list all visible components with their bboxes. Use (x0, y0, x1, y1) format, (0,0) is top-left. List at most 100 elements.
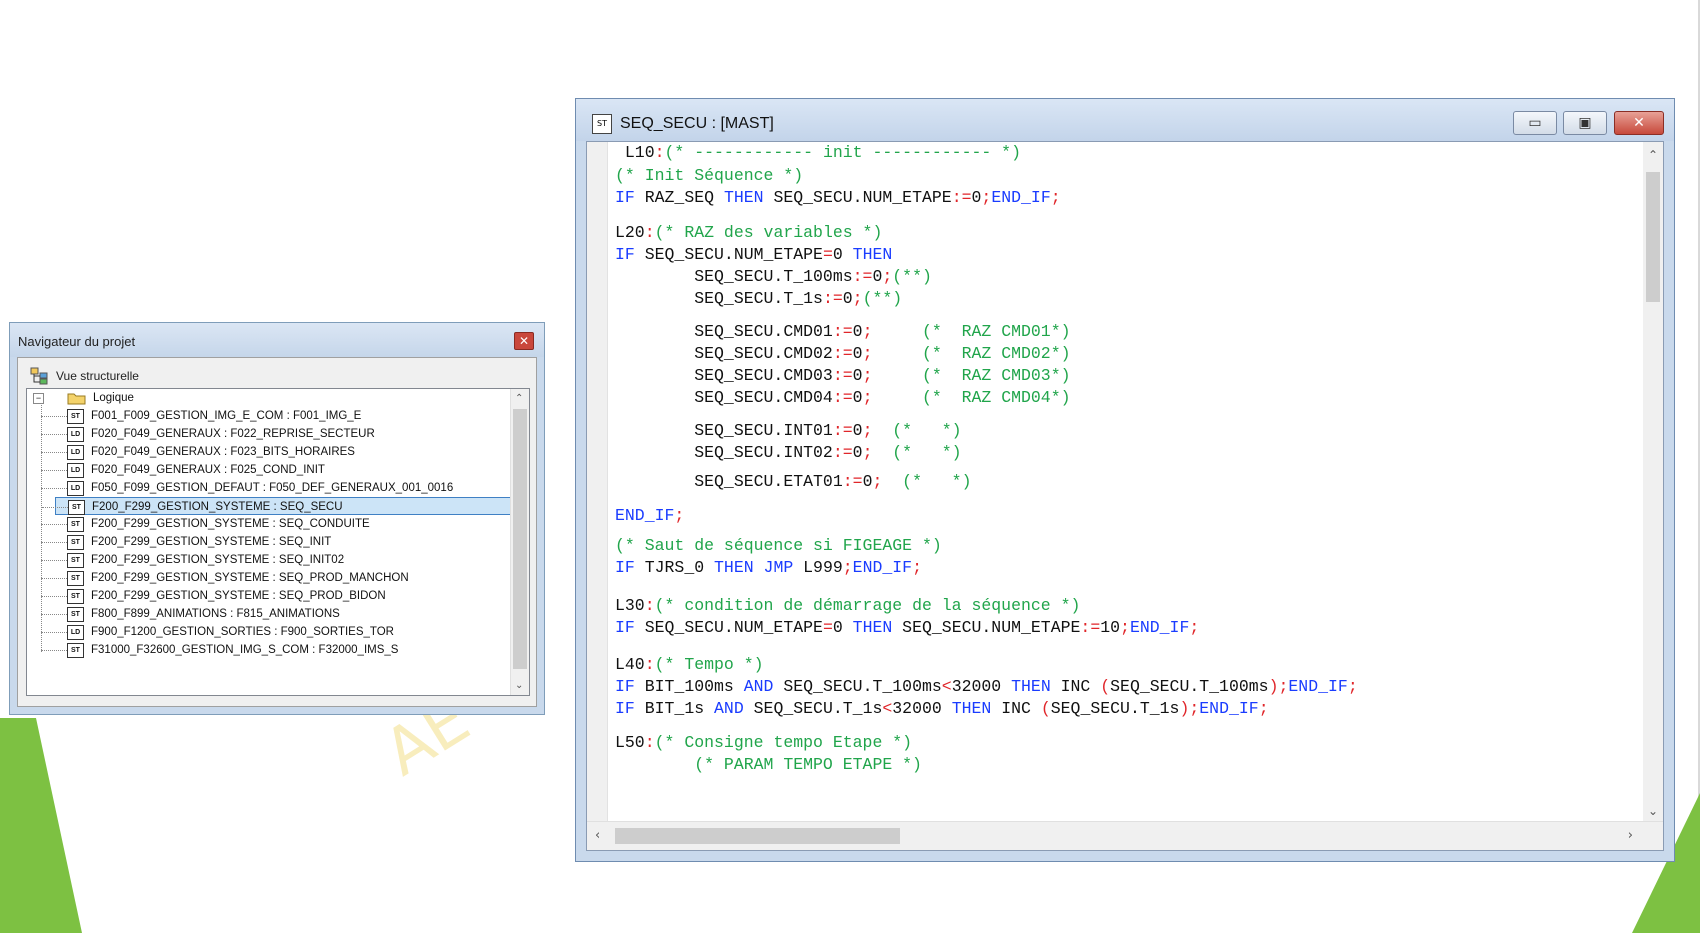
editor-vscroll-thumb[interactable] (1646, 172, 1660, 302)
code-line[interactable]: SEQ_SECU.ETAT01:=0; (* *) (615, 472, 971, 492)
tree-item[interactable]: LD F900_F1200_GESTION_SORTIES : F900_SORT… (41, 623, 475, 641)
scroll-up-icon[interactable]: ⌃ (1648, 148, 1658, 162)
tree-item[interactable]: ST F200_F299_GESTION_SYSTEME : SEQ_PROD_B… (41, 587, 475, 605)
code-line[interactable]: IF SEQ_SECU.NUM_ETAPE=0 THEN SEQ_SECU.NU… (615, 618, 1199, 638)
scroll-down-icon[interactable]: ⌄ (1648, 804, 1658, 818)
code-line[interactable]: SEQ_SECU.CMD03:=0; (* RAZ CMD03*) (615, 366, 1070, 386)
editor-titlebar[interactable]: ST SEQ_SECU : [MAST] ▭ ▣ ✕ (576, 99, 1674, 141)
tree-item[interactable]: ST F001_F009_GESTION_IMG_E_COM : F001_IMG… (41, 407, 475, 425)
close-button[interactable]: ✕ (1614, 111, 1664, 135)
code-token: SEQ_SECU.NUM_ETAPE (634, 618, 823, 637)
code-line[interactable]: SEQ_SECU.CMD01:=0; (* RAZ CMD01*) (615, 322, 1070, 342)
tree-item[interactable]: ST F200_F299_GESTION_SYSTEME : SEQ_CONDUI… (41, 515, 475, 533)
code-token: ; (852, 289, 863, 308)
tree-connector (41, 488, 67, 489)
folder-icon (67, 393, 86, 405)
scroll-left-icon[interactable]: ‹ (595, 828, 600, 843)
code-line[interactable]: (* Init Séquence *) (615, 166, 803, 186)
tree-item[interactable]: ST F200_F299_GESTION_SYSTEME : SEQ_INIT02 (41, 551, 475, 569)
code-line[interactable]: SEQ_SECU.T_1s:=0;(**) (615, 289, 902, 309)
code-token: ); (1179, 699, 1200, 718)
code-line[interactable]: IF BIT_1s AND SEQ_SECU.T_1s<32000 THEN I… (615, 699, 1269, 719)
code-line[interactable]: SEQ_SECU.CMD02:=0; (* RAZ CMD02*) (615, 344, 1070, 364)
code-token: ; (1258, 699, 1269, 718)
code-line[interactable]: IF SEQ_SECU.NUM_ETAPE=0 THEN (615, 245, 892, 265)
code-token: ; (842, 558, 853, 577)
tree-item-label: F800_F899_ANIMATIONS : F815_ANIMATIONS (91, 608, 340, 620)
tree-item[interactable]: ST F200_F299_GESTION_SYSTEME : SEQ_INIT (41, 533, 475, 551)
code-token: (**) (892, 267, 932, 286)
code-line[interactable]: L10:(* ------------ init ------------ *) (615, 143, 1021, 163)
tree-item[interactable]: ST F31000_F32600_GESTION_IMG_S_COM : F320… (41, 641, 475, 659)
code-line[interactable]: IF TJRS_0 THEN JMP L999;END_IF; (615, 558, 922, 578)
code-token: ; (912, 558, 922, 577)
code-line[interactable]: SEQ_SECU.INT01:=0; (* *) (615, 421, 961, 441)
code-token: ; (872, 472, 883, 491)
code-line[interactable]: L20:(* RAZ des variables *) (615, 223, 882, 243)
tree-connector (41, 434, 67, 435)
navigator-titlebar[interactable]: Navigateur du projet ✕ (10, 323, 544, 357)
code-token: L10 (615, 143, 655, 162)
code-token: AND (743, 677, 774, 696)
scroll-up-icon[interactable]: ⌃ (515, 393, 523, 404)
code-line[interactable]: L30:(* condition de démarrage de la séqu… (615, 596, 1080, 616)
code-line[interactable]: (* Saut de séquence si FIGEAGE *) (615, 536, 942, 556)
code-token: := (1080, 618, 1101, 637)
code-token: ; (1347, 677, 1358, 696)
tree-item[interactable]: LD F020_F049_GENERAUX : F023_BITS_HORAIRE… (41, 443, 475, 461)
collapse-icon[interactable]: − (33, 393, 44, 404)
code-token: END_IF (1288, 677, 1348, 696)
editor-hscroll-thumb[interactable] (615, 828, 900, 844)
code-token: END_IF (615, 506, 675, 525)
code-token: IF (615, 245, 635, 264)
code-token: 0 (842, 289, 853, 308)
code-line[interactable]: SEQ_SECU.CMD04:=0; (* RAZ CMD04*) (615, 388, 1070, 408)
tree-vertical-scrollbar[interactable]: ⌃ ⌄ (510, 389, 529, 695)
code-line[interactable]: IF RAZ_SEQ THEN SEQ_SECU.NUM_ETAPE:=0;EN… (615, 188, 1061, 208)
code-token: < (941, 677, 952, 696)
maximize-button[interactable]: ▣ (1563, 111, 1607, 135)
code-line[interactable]: L50:(* Consigne tempo Etape *) (615, 733, 912, 753)
code-token: SEQ_SECU.ETAT01 (615, 472, 843, 491)
navigator-close-button[interactable]: ✕ (514, 332, 534, 350)
editor-vertical-scrollbar[interactable]: ⌃ ⌄ (1643, 142, 1663, 822)
scroll-right-icon[interactable]: › (1628, 828, 1633, 843)
code-token: (* Consigne tempo Etape *) (654, 733, 913, 752)
code-line[interactable]: END_IF; (615, 506, 684, 526)
view-selector[interactable]: Vue structurelle (30, 367, 139, 385)
minimize-button[interactable]: ▭ (1513, 111, 1557, 135)
code-token: SEQ_SECU.T_1s (1050, 699, 1180, 718)
code-line[interactable]: SEQ_SECU.T_100ms:=0;(**) (615, 267, 932, 287)
tree-item[interactable]: LD F020_F049_GENERAUX : F025_COND_INIT (41, 461, 475, 479)
tree-item[interactable]: ST F200_F299_GESTION_SYSTEME : SEQ_PROD_M… (41, 569, 475, 587)
code-line[interactable]: SEQ_SECU.INT02:=0; (* *) (615, 443, 961, 463)
code-token: ; (862, 421, 873, 440)
code-token: 32000 (892, 699, 952, 718)
tree-item[interactable]: LD F020_F049_GENERAUX : F022_REPRISE_SECT… (41, 425, 475, 443)
tree-item-label: F020_F049_GENERAUX : F025_COND_INIT (91, 464, 325, 476)
code-token: SEQ_SECU.NUM_ETAPE (892, 618, 1081, 637)
tree-scroll-thumb[interactable] (513, 409, 527, 669)
st-section-icon: ST (67, 553, 84, 568)
code-token: (* ------------ init ------------ *) (664, 143, 1021, 162)
tree-item[interactable]: LD F050_F099_GESTION_DEFAUT : F050_DEF_GE… (41, 479, 475, 497)
code-token: END_IF (991, 188, 1051, 207)
code-token: : (644, 733, 655, 752)
tree-root[interactable]: − Logique (31, 389, 411, 407)
scroll-down-icon[interactable]: ⌄ (515, 680, 523, 691)
tree-item[interactable]: ST F200_F299_GESTION_SYSTEME : SEQ_SECU (42, 497, 525, 515)
code-area[interactable]: L10:(* ------------ init ------------ *)… (587, 142, 1643, 822)
code-token: : (644, 655, 655, 674)
code-line[interactable]: L40:(* Tempo *) (615, 655, 764, 675)
code-token: < (882, 699, 893, 718)
editor-horizontal-scrollbar[interactable]: ‹ › (587, 821, 1663, 850)
code-token: 0 (852, 421, 863, 440)
st-section-icon: ST (67, 607, 84, 622)
code-token: THEN (723, 188, 764, 207)
project-tree[interactable]: − Logique ST F001_F009_GESTION_IMG_E_COM … (26, 388, 530, 696)
code-line[interactable]: (* PARAM TEMPO ETAPE *) (615, 755, 922, 775)
tree-item[interactable]: ST F800_F899_ANIMATIONS : F815_ANIMATIONS (41, 605, 475, 623)
code-line[interactable]: IF BIT_100ms AND SEQ_SECU.T_100ms<32000 … (615, 677, 1358, 697)
st-program-icon: ST (592, 114, 612, 134)
code-token: ( (1100, 677, 1111, 696)
